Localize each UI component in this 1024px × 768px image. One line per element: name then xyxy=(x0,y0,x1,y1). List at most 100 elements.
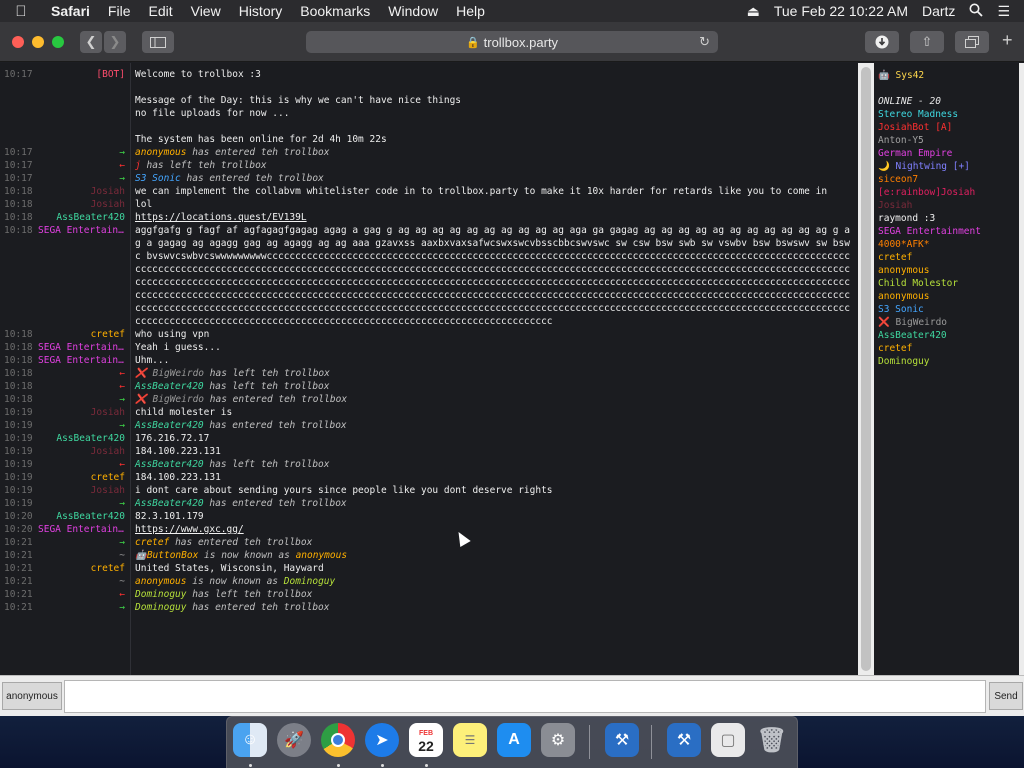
notes-icon[interactable]: ☰ xyxy=(453,723,487,757)
app-store-icon[interactable]: A xyxy=(497,723,531,757)
message-timestamp: 10:17 xyxy=(4,147,33,158)
user-list-item[interactable]: 4000*AFK* xyxy=(878,238,1024,251)
message-nick: → xyxy=(119,173,125,184)
message-nick[interactable]: Josiah xyxy=(38,406,125,419)
zoom-window-icon[interactable] xyxy=(52,36,64,48)
message-nick[interactable]: SEGA Entertainment xyxy=(38,354,125,367)
chat-scrollbar[interactable] xyxy=(858,63,874,675)
chat-message: Message of the Day: this is why we can't… xyxy=(0,94,858,107)
user-list-item[interactable]: S3 Sonic xyxy=(878,303,1024,316)
menu-history[interactable]: History xyxy=(230,3,292,19)
calendar-icon[interactable]: FEB 22 xyxy=(409,723,443,757)
reload-icon[interactable]: ↻ xyxy=(699,34,710,50)
running-indicator xyxy=(425,764,428,767)
user-list-item[interactable]: anonymous xyxy=(878,290,1024,303)
safari-toolbar: ❮ ❯ 🔒 trollbox.party ↻ ⇧ + xyxy=(0,22,1024,62)
xcode-instruments-icon[interactable]: ⚒ xyxy=(605,723,639,757)
event-text: has left teh trollbox xyxy=(146,160,267,171)
chat-scrollbar-thumb[interactable] xyxy=(861,67,871,671)
user-list-item[interactable]: cretef xyxy=(878,342,1024,355)
user-list-item[interactable]: ❌ BigWeirdo xyxy=(878,316,1024,329)
user-list-item[interactable]: anonymous xyxy=(878,264,1024,277)
message-text: United States, Wisconsin, Hayward xyxy=(135,563,324,574)
running-indicator xyxy=(249,764,252,767)
apple-menu-icon[interactable]:  xyxy=(0,3,42,20)
chat-message: 10:21 ~ anonymous is now known as Dominogu… xyxy=(0,575,858,588)
message-nick[interactable]: cretef xyxy=(38,328,125,341)
back-button[interactable]: ❮ xyxy=(80,31,102,53)
event-username: S3 Sonic xyxy=(135,173,181,184)
new-tab-plus-icon[interactable]: + xyxy=(1002,30,1013,51)
message-nick[interactable]: SEGA Entertainment xyxy=(38,523,125,536)
user-list-item[interactable]: SEGA Entertainment xyxy=(878,225,1024,238)
user-list-item[interactable]: JosiahBot [A] xyxy=(878,121,1024,134)
message-nick[interactable]: Josiah xyxy=(38,445,125,458)
safari-icon[interactable]: ➤ xyxy=(365,723,399,757)
menu-view[interactable]: View xyxy=(182,3,230,19)
message-nick[interactable]: SEGA Entertainment xyxy=(38,224,125,237)
user-list-item[interactable]: raymond :3 xyxy=(878,212,1024,225)
menu-clock[interactable]: Tue Feb 22 10:22 AM xyxy=(774,3,908,19)
notification-center-icon[interactable]: ☰ xyxy=(997,3,1010,20)
forward-button[interactable]: ❯ xyxy=(104,31,126,53)
chat-log[interactable]: 10:17 [BOT] Welcome to trollbox :3 Message … xyxy=(0,63,858,675)
menu-help[interactable]: Help xyxy=(447,3,494,19)
chat-message: 10:19 → AssBeater420 has entered teh troll… xyxy=(0,497,858,510)
user-list-item[interactable]: siceon7 xyxy=(878,173,1024,186)
share-button[interactable]: ⇧ xyxy=(910,31,944,53)
user-list-item[interactable]: [e:rainbow]Josiah xyxy=(878,186,1024,199)
message-nick[interactable]: Josiah xyxy=(38,484,125,497)
message-nick[interactable]: Josiah xyxy=(38,198,125,211)
message-nick[interactable]: cretef xyxy=(38,562,125,575)
menu-window[interactable]: Window xyxy=(379,3,447,19)
nickname-button[interactable]: anonymous xyxy=(2,682,62,710)
sidebar-toggle-button[interactable] xyxy=(142,31,174,53)
tabs-overview-button[interactable] xyxy=(955,31,989,53)
trash-icon[interactable]: 🗑 xyxy=(755,723,789,757)
menu-file[interactable]: File xyxy=(99,3,140,19)
user-list-scrollbar[interactable] xyxy=(1019,63,1024,675)
user-list-item[interactable]: 🌙 Nightwing [+] xyxy=(878,160,1024,173)
message-nick[interactable]: SEGA Entertainment xyxy=(38,341,125,354)
user-list-item[interactable]: Josiah xyxy=(878,199,1024,212)
menu-bookmarks[interactable]: Bookmarks xyxy=(291,3,379,19)
downloads-button[interactable] xyxy=(865,31,899,53)
address-bar[interactable]: 🔒 trollbox.party ↻ xyxy=(306,31,718,53)
user-list-item[interactable]: Child Molestor xyxy=(878,277,1024,290)
message-nick[interactable]: Josiah xyxy=(38,185,125,198)
user-list-item[interactable]: Dominoguy xyxy=(878,355,1024,368)
message-timestamp: 10:20 xyxy=(4,524,33,535)
system-preferences-icon[interactable]: ⚙ xyxy=(541,723,575,757)
finder-icon[interactable]: ☺ xyxy=(233,723,267,757)
message-nick[interactable]: AssBeater420 xyxy=(38,432,125,445)
event-text: has left teh trollbox xyxy=(192,589,313,600)
menu-app-name[interactable]: Safari xyxy=(42,3,99,19)
message-link[interactable]: https://www.gxc.gg/ xyxy=(135,524,244,535)
user-list-item[interactable]: cretef xyxy=(878,251,1024,264)
message-link[interactable]: https://locations.quest/EV139L xyxy=(135,212,307,223)
eject-icon[interactable]: ⏏ xyxy=(747,3,760,20)
message-nick[interactable]: AssBeater420 xyxy=(38,510,125,523)
user-list-item[interactable]: AssBeater420 xyxy=(878,329,1024,342)
message-nick[interactable]: cretef xyxy=(38,471,125,484)
spotlight-search-icon[interactable] xyxy=(969,3,984,20)
user-list-item[interactable]: German Empire xyxy=(878,147,1024,160)
message-text: 184.100.223.131 xyxy=(135,472,221,483)
message-input[interactable] xyxy=(64,680,986,713)
chat-message: 10:18 ← ❌ BigWeirdo has left teh trollbox xyxy=(0,367,858,380)
minimize-window-icon[interactable] xyxy=(32,36,44,48)
message-nick[interactable]: AssBeater420 xyxy=(38,211,125,224)
document-icon[interactable]: ▢ xyxy=(711,723,745,757)
launchpad-icon[interactable]: 🚀 xyxy=(277,723,311,757)
user-list-item[interactable]: Stereo Madness xyxy=(878,108,1024,121)
menu-user[interactable]: Dartz xyxy=(922,3,955,19)
chrome-icon[interactable] xyxy=(321,723,355,757)
user-list-item[interactable]: Anton-Y5 xyxy=(878,134,1024,147)
message-timestamp: 10:18 xyxy=(4,225,33,236)
close-window-icon[interactable] xyxy=(12,36,24,48)
send-button[interactable]: Send xyxy=(989,682,1023,710)
xcode-instruments-icon[interactable]: ⚒ xyxy=(667,723,701,757)
menu-edit[interactable]: Edit xyxy=(139,3,181,19)
message-text: 176.216.72.17 xyxy=(135,433,210,444)
message-nick[interactable]: [BOT] xyxy=(38,68,125,81)
